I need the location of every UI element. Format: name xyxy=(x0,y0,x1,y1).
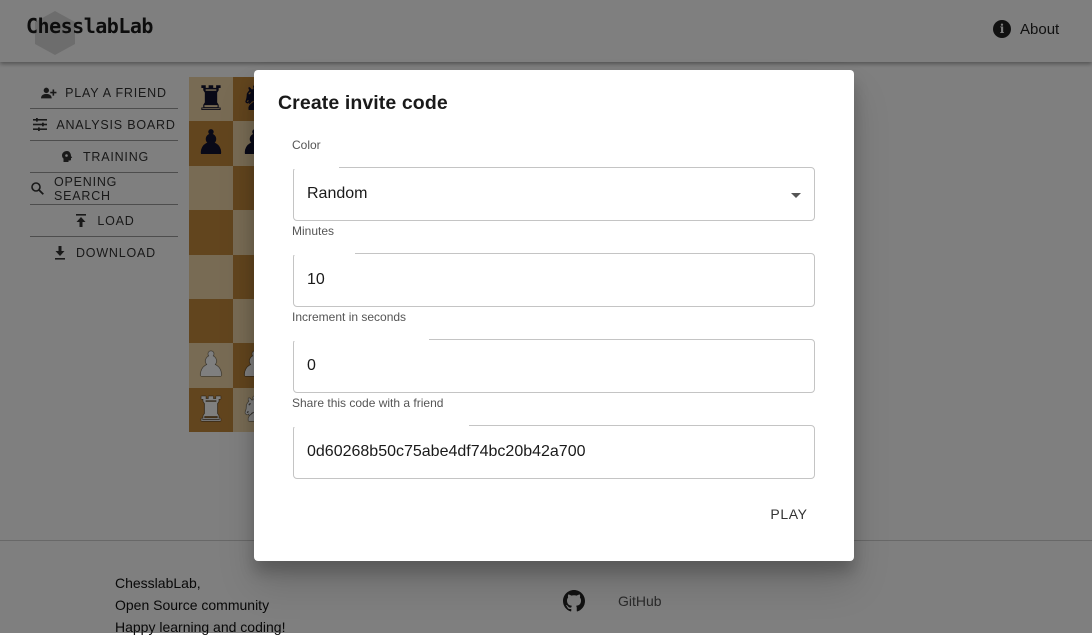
dialog-title: Create invite code xyxy=(278,92,448,114)
share-code-label: Share this code with a friend xyxy=(292,396,444,410)
dropdown-arrow-icon xyxy=(791,193,801,198)
color-label: Color xyxy=(292,138,321,152)
minutes-field: Minutes 10 xyxy=(292,224,815,307)
color-select[interactable]: Random xyxy=(293,166,815,221)
color-field: Color Random xyxy=(292,138,815,221)
label-notch xyxy=(293,424,469,427)
label-notch xyxy=(293,338,429,341)
increment-input-value: 0 xyxy=(307,357,316,374)
increment-label: Increment in seconds xyxy=(292,310,407,324)
minutes-input[interactable]: 10 xyxy=(293,252,815,307)
play-button[interactable]: PLAY xyxy=(760,498,818,530)
label-notch xyxy=(293,252,355,255)
share-code-field: Share this code with a friend 0d60268b50… xyxy=(292,396,815,479)
share-code-value: 0d60268b50c75abe4df74bc20b42a700 xyxy=(307,443,586,460)
minutes-label: Minutes xyxy=(292,224,335,238)
increment-field: Increment in seconds 0 xyxy=(292,310,815,393)
share-code-input[interactable]: 0d60268b50c75abe4df74bc20b42a700 xyxy=(293,424,815,479)
increment-input[interactable]: 0 xyxy=(293,338,815,393)
color-select-value: Random xyxy=(307,185,368,202)
create-invite-dialog: Create invite code Color Random Minutes … xyxy=(254,70,854,561)
minutes-input-value: 10 xyxy=(307,271,325,288)
label-notch xyxy=(293,166,339,169)
